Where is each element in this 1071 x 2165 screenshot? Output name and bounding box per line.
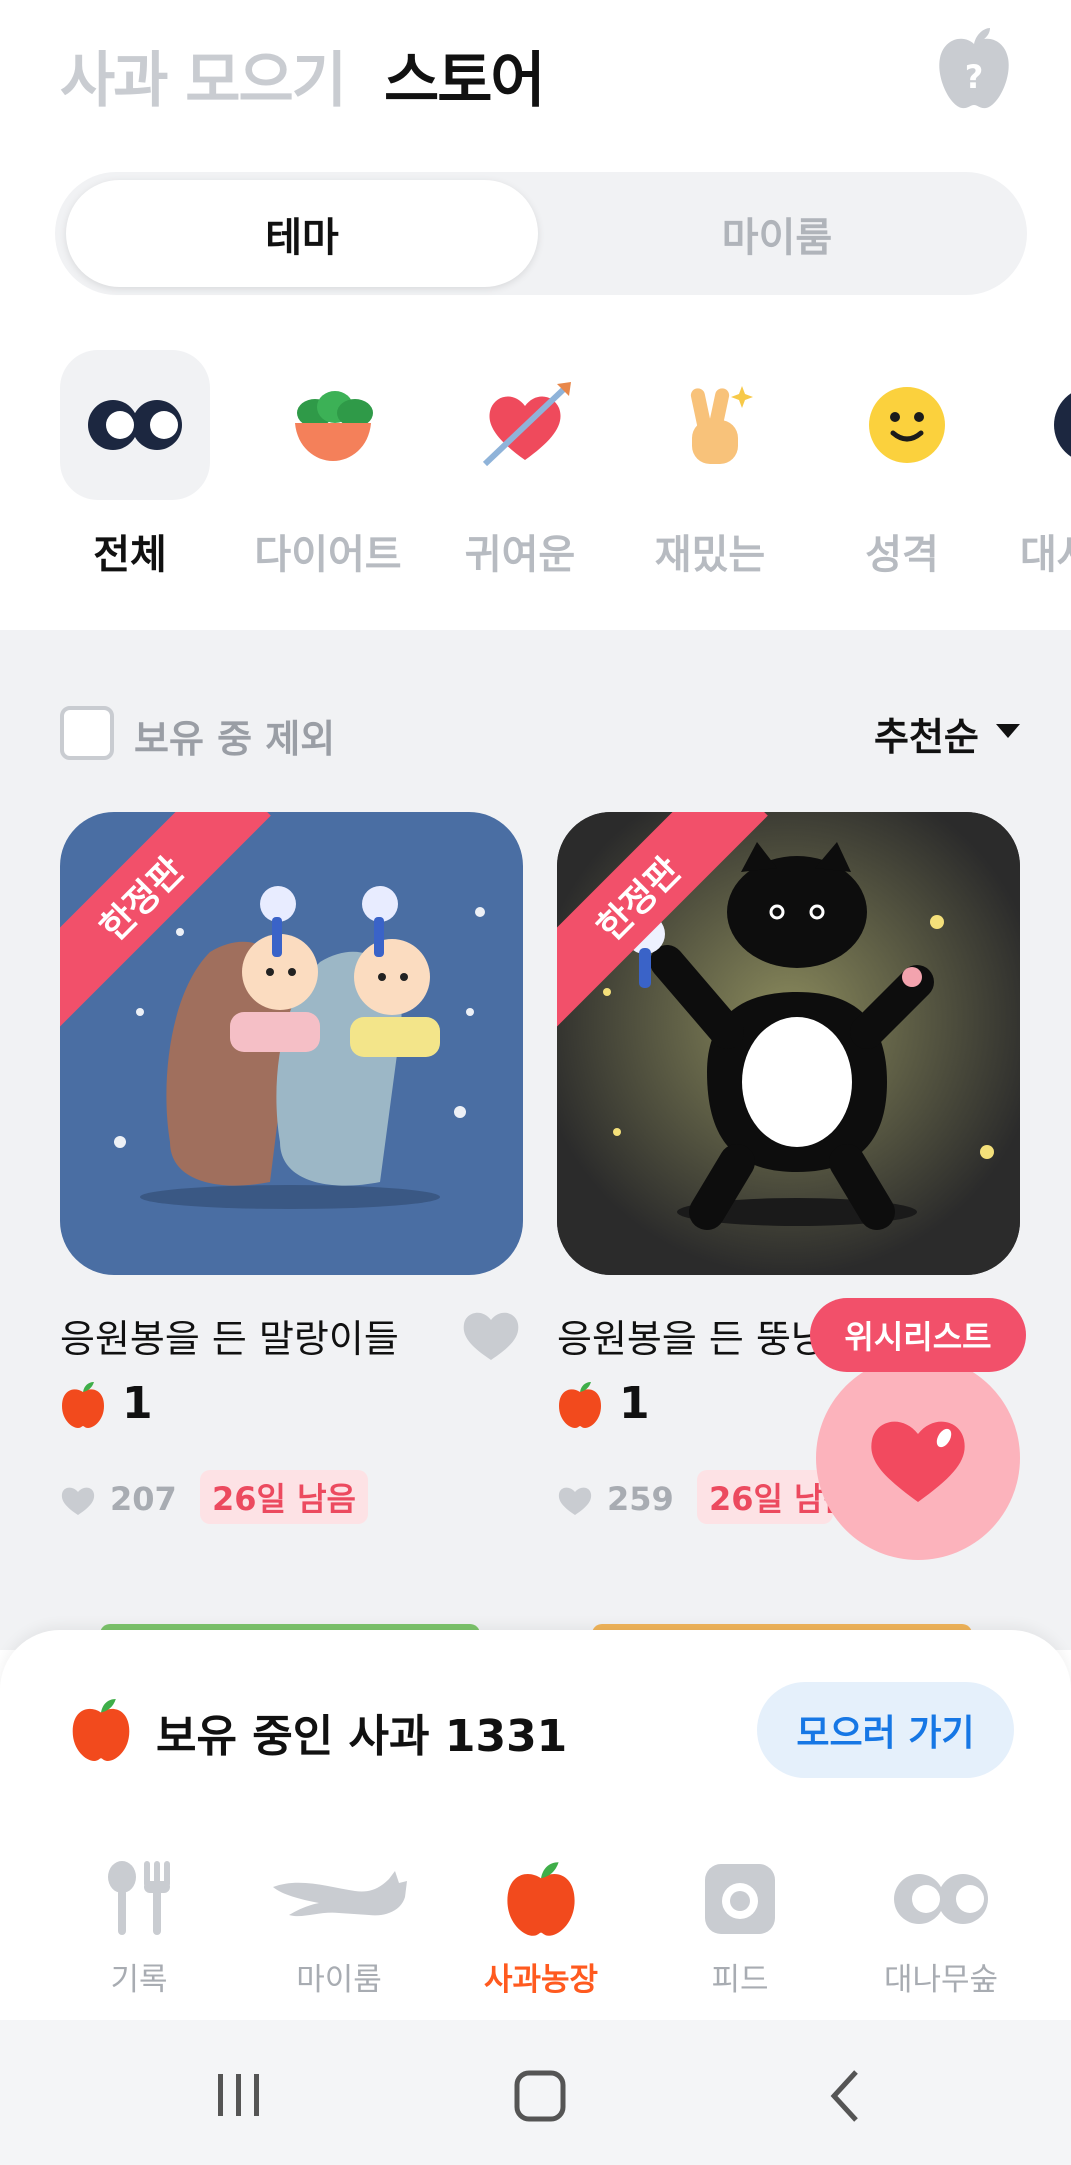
nav-label: 피드	[711, 1962, 769, 1998]
victory-hand-icon	[640, 350, 790, 500]
heart-arrow-icon	[450, 350, 600, 500]
cat-icon	[264, 1856, 414, 1942]
wishlist-label[interactable]: 위시리스트	[810, 1298, 1026, 1372]
owned-apples-count: 보유 중인 사과 1331	[156, 1711, 568, 1762]
category-personality[interactable]: 성격	[822, 350, 982, 580]
tab-collect-apples[interactable]: 사과 모으기	[60, 32, 347, 119]
nav-myroom[interactable]: 마이룸	[254, 1856, 424, 1998]
segment-theme[interactable]: 테마	[66, 180, 538, 287]
days-left-badge: 26일 남음	[200, 1470, 368, 1524]
exclude-owned-checkbox[interactable]	[60, 706, 114, 760]
tab-store[interactable]: 스토어	[384, 32, 546, 119]
segment-myroom[interactable]: 마이룸	[538, 180, 1016, 287]
nav-record[interactable]: 기록	[54, 1856, 224, 1998]
category-label: 귀여운	[464, 532, 576, 578]
category-funny[interactable]: 재밌는	[630, 350, 790, 580]
chevron-down-icon[interactable]	[996, 724, 1020, 738]
product-price: 1	[122, 1378, 153, 1429]
collect-button[interactable]: 모으러 가기	[757, 1682, 1014, 1778]
category-label: 성격	[865, 532, 939, 578]
camera-icon	[690, 1856, 790, 1942]
nav-bamboo-forest[interactable]: 대나무숲	[856, 1856, 1026, 1998]
salad-bowl-icon	[258, 350, 408, 500]
apple-icon	[70, 1696, 132, 1764]
category-dialogue[interactable]: 대사	[1012, 350, 1071, 580]
product-title[interactable]: 응원봉을 든 뚱냥	[557, 1308, 827, 1363]
nav-feed[interactable]: 피드	[655, 1856, 825, 1998]
product-image[interactable]: 한정판	[60, 812, 523, 1275]
help-apple-icon[interactable]: ?	[934, 26, 1014, 112]
like-heart-icon	[60, 1484, 96, 1516]
home-icon[interactable]	[512, 2068, 568, 2124]
product-image[interactable]: 한정판	[557, 812, 1020, 1275]
smiley-icon	[832, 350, 982, 500]
category-label: 다이어트	[254, 532, 402, 578]
apple-icon	[60, 1380, 106, 1430]
category-cute[interactable]: 귀여운	[440, 350, 600, 580]
nav-label: 사과농장	[483, 1962, 599, 1998]
wishlist-heart-icon[interactable]	[460, 1306, 522, 1362]
partial-icon	[1012, 350, 1071, 500]
eyes-icon	[60, 350, 210, 500]
wishlist-fab[interactable]	[816, 1356, 1020, 1560]
days-left-badge: 26일 남음	[697, 1470, 833, 1524]
like-count: 207	[110, 1480, 177, 1518]
back-icon[interactable]	[826, 2068, 866, 2124]
like-heart-icon	[557, 1484, 593, 1516]
recent-apps-icon[interactable]	[214, 2070, 264, 2120]
apple-icon	[491, 1856, 591, 1942]
heart-icon	[871, 1421, 965, 1502]
product-price: 1	[619, 1378, 650, 1429]
svg-text:?: ?	[965, 58, 984, 96]
eyes-icon	[891, 1856, 991, 1942]
like-count: 259	[607, 1480, 674, 1518]
exclude-owned-label[interactable]: 보유 중 제외	[134, 708, 335, 763]
nav-label: 대나무숲	[883, 1962, 999, 1998]
category-all[interactable]: 전체	[50, 350, 210, 580]
fork-spoon-icon	[89, 1856, 189, 1942]
apple-icon	[557, 1380, 603, 1430]
category-label: 재밌는	[654, 532, 766, 578]
product-title[interactable]: 응원봉을 든 말랑이들	[60, 1308, 399, 1363]
sort-dropdown[interactable]: 추천순	[874, 706, 979, 761]
nav-apple-farm[interactable]: 사과농장	[456, 1856, 626, 1998]
nav-label: 기록	[110, 1962, 168, 1998]
category-label: 대사	[1020, 532, 1071, 578]
nav-label: 마이룸	[296, 1962, 382, 1998]
category-diet[interactable]: 다이어트	[248, 350, 408, 580]
category-label: 전체	[93, 532, 167, 578]
